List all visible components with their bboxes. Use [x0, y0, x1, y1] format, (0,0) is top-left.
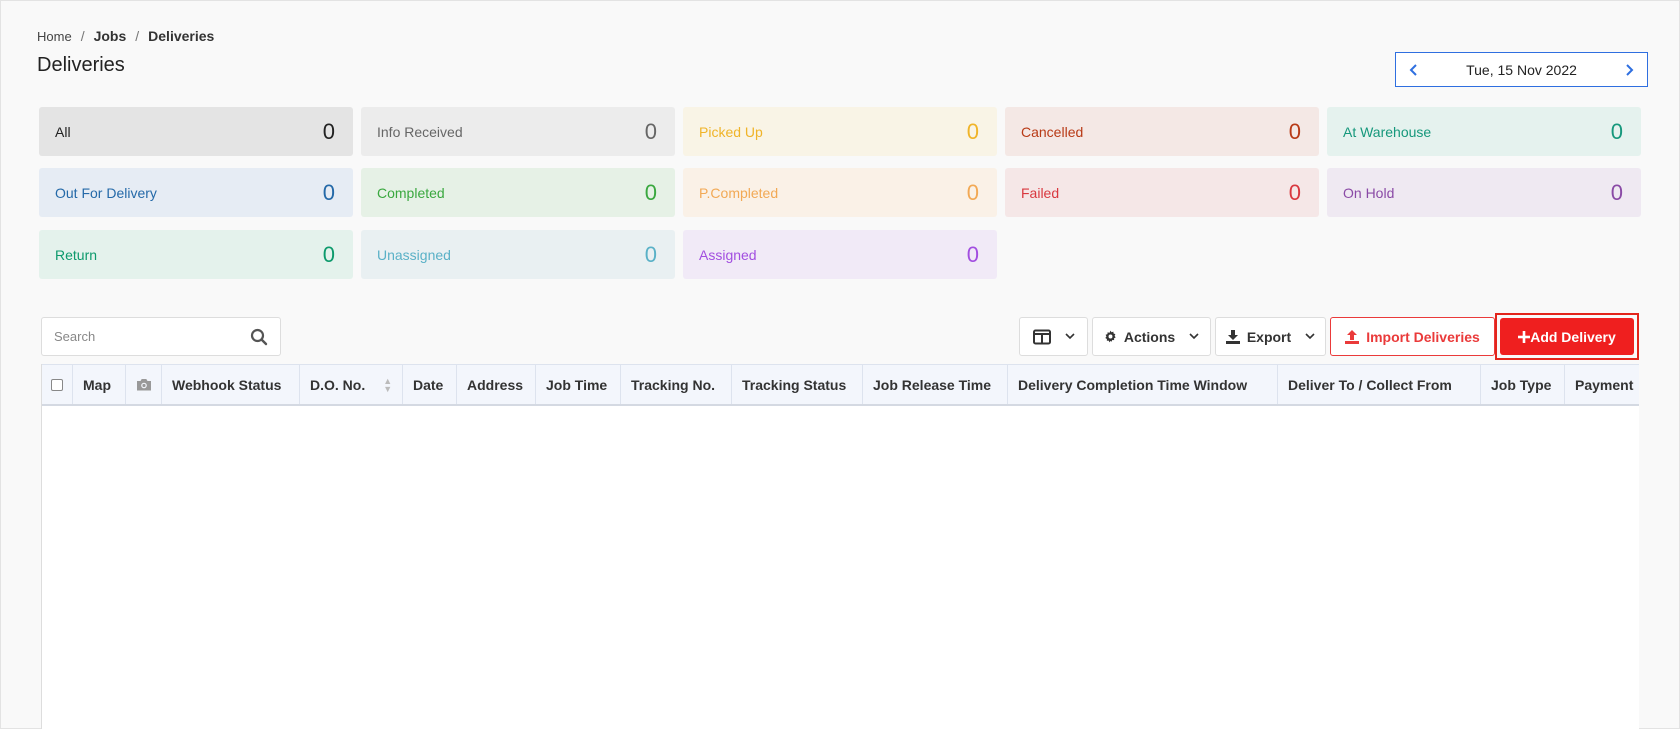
- table-header: Map Webhook Status D.O. No. ▲ ▼ Date Addr…: [42, 364, 1639, 406]
- import-label: Import Deliveries: [1366, 328, 1480, 345]
- sort-icon[interactable]: ▲ ▼: [383, 376, 392, 393]
- select-all-cell: [42, 365, 73, 404]
- column-header-job-time[interactable]: Job Time: [536, 365, 621, 404]
- breadcrumb: Home / Jobs / Deliveries: [37, 28, 214, 44]
- column-header-delivery-completion-time-window[interactable]: Delivery Completion Time Window: [1008, 365, 1278, 404]
- chevron-down-icon: [1189, 333, 1199, 340]
- column-header-tracking-status[interactable]: Tracking Status: [732, 365, 863, 404]
- export-label: Export: [1246, 328, 1292, 345]
- status-card-label: At Warehouse: [1343, 123, 1432, 140]
- plus-icon: [1518, 330, 1531, 343]
- status-card-label: Picked Up: [699, 123, 763, 140]
- column-header-do-no[interactable]: D.O. No. ▲ ▼: [300, 365, 403, 404]
- chevron-right-icon: [1626, 63, 1634, 76]
- actions-dropdown-button[interactable]: Actions: [1092, 317, 1211, 356]
- status-card-count: 0: [1610, 118, 1623, 144]
- add-delivery-label: Add Delivery: [1530, 328, 1616, 345]
- status-card-count: 0: [644, 118, 657, 144]
- status-card-out-for-delivery[interactable]: Out For Delivery 0: [39, 168, 353, 217]
- chevron-left-icon: [1409, 63, 1417, 76]
- page-title: Deliveries: [37, 54, 125, 76]
- status-card-at-warehouse[interactable]: At Warehouse 0: [1327, 107, 1641, 156]
- status-card-label: On Hold: [1343, 184, 1395, 201]
- column-header-date[interactable]: Date: [403, 365, 457, 404]
- status-card-assigned[interactable]: Assigned 0: [683, 230, 997, 279]
- export-dropdown-button[interactable]: Export: [1215, 317, 1326, 356]
- breadcrumb-home[interactable]: Home: [37, 29, 72, 44]
- breadcrumb-separator: /: [135, 28, 140, 44]
- status-card-label: Completed: [377, 184, 445, 201]
- status-card-return[interactable]: Return 0: [39, 230, 353, 279]
- status-card-count: 0: [644, 241, 657, 267]
- search-icon[interactable]: [250, 328, 268, 346]
- status-card-unassigned[interactable]: Unassigned 0: [361, 230, 675, 279]
- column-header-address[interactable]: Address: [457, 365, 536, 404]
- breadcrumb-current: Deliveries: [148, 28, 215, 44]
- camera-icon: [136, 379, 151, 391]
- status-card-label: P.Completed: [699, 184, 779, 201]
- status-card-count: 0: [1610, 179, 1623, 205]
- status-card-count: 0: [1288, 118, 1301, 144]
- breadcrumb-separator: /: [80, 28, 85, 44]
- column-header-job-release-time[interactable]: Job Release Time: [863, 365, 1008, 404]
- column-header-payment[interactable]: Payment: [1565, 365, 1639, 404]
- select-all-checkbox[interactable]: [51, 378, 63, 391]
- column-header-deliver-to-collect-from[interactable]: Deliver To / Collect From: [1278, 365, 1481, 404]
- status-card-p-completed[interactable]: P.Completed 0: [683, 168, 997, 217]
- search-box: [41, 317, 281, 356]
- gear-icon: [1105, 330, 1116, 343]
- status-card-count: 0: [966, 179, 979, 205]
- deliveries-table: Map Webhook Status D.O. No. ▲ ▼ Date Addr…: [41, 364, 1639, 729]
- column-header-map[interactable]: Map: [73, 365, 126, 404]
- status-card-label: Return: [55, 246, 98, 263]
- status-card-label: Out For Delivery: [55, 184, 157, 201]
- status-card-label: Info Received: [377, 123, 463, 140]
- status-card-count: 0: [322, 241, 335, 267]
- date-navigator: Tue, 15 Nov 2022: [1395, 52, 1648, 87]
- status-card-info-received[interactable]: Info Received 0: [361, 107, 675, 156]
- actions-label: Actions: [1123, 328, 1176, 345]
- download-icon: [1225, 329, 1240, 344]
- status-card-count: 0: [1288, 179, 1301, 205]
- status-card-label: All: [55, 123, 71, 140]
- status-card-count: 0: [644, 179, 657, 205]
- column-toggle-button[interactable]: [1019, 317, 1088, 356]
- status-card-all[interactable]: All 0: [39, 107, 353, 156]
- status-card-count: 0: [322, 118, 335, 144]
- status-card-cancelled[interactable]: Cancelled 0: [1005, 107, 1319, 156]
- status-card-label: Cancelled: [1021, 123, 1084, 140]
- status-card-on-hold[interactable]: On Hold 0: [1327, 168, 1641, 217]
- column-header-photo: [126, 365, 162, 404]
- prev-date-button[interactable]: [1396, 53, 1432, 86]
- chevron-down-icon: [1305, 333, 1315, 340]
- status-card-count: 0: [322, 179, 335, 205]
- chevron-down-icon: [1064, 333, 1075, 340]
- import-deliveries-button[interactable]: Import Deliveries: [1330, 317, 1495, 356]
- status-card-label: Unassigned: [377, 246, 451, 263]
- status-card-failed[interactable]: Failed 0: [1005, 168, 1319, 217]
- upload-icon: [1345, 329, 1360, 344]
- column-header-webhook-status[interactable]: Webhook Status: [162, 365, 300, 404]
- status-card-picked-up[interactable]: Picked Up 0: [683, 107, 997, 156]
- breadcrumb-jobs[interactable]: Jobs: [94, 28, 127, 44]
- column-header-tracking-no[interactable]: Tracking No.: [621, 365, 732, 404]
- search-input[interactable]: [54, 329, 250, 344]
- status-card-count: 0: [966, 118, 979, 144]
- current-date[interactable]: Tue, 15 Nov 2022: [1466, 62, 1577, 78]
- next-date-button[interactable]: [1611, 53, 1647, 86]
- status-card-count: 0: [966, 241, 979, 267]
- status-card-label: Assigned: [699, 246, 757, 263]
- column-header-label: D.O. No.: [310, 376, 366, 393]
- status-card-completed[interactable]: Completed 0: [361, 168, 675, 217]
- add-delivery-highlight: Add Delivery: [1495, 313, 1639, 360]
- add-delivery-button[interactable]: Add Delivery: [1500, 318, 1634, 355]
- column-header-job-type[interactable]: Job Type: [1481, 365, 1565, 404]
- status-card-label: Failed: [1021, 184, 1060, 201]
- columns-icon: [1032, 329, 1051, 344]
